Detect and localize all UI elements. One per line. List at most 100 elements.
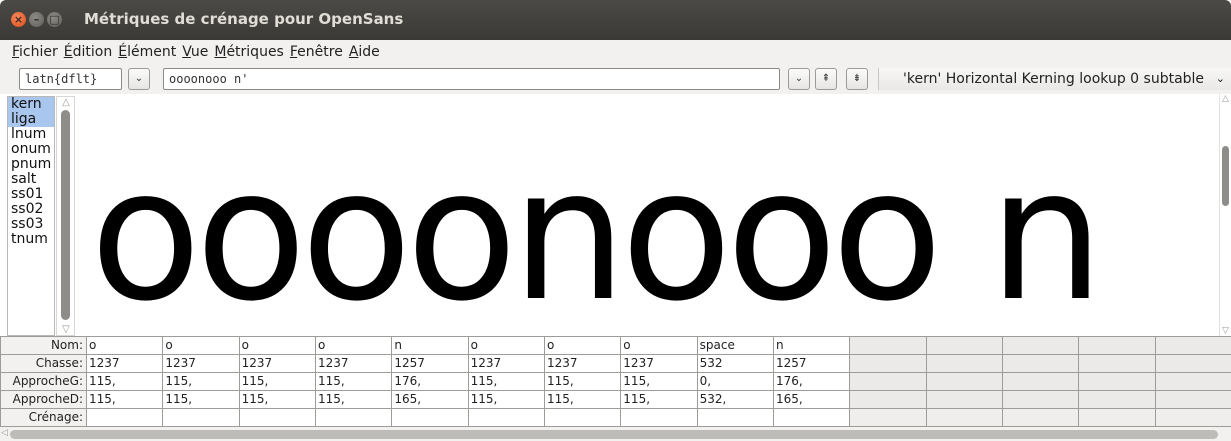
- feature-item[interactable]: pnum: [8, 157, 54, 172]
- scroll-down-icon[interactable]: ▽: [1220, 326, 1231, 336]
- menu-label: ichier: [19, 44, 58, 60]
- feature-list-scrollbar[interactable]: △ ▽: [56, 96, 75, 336]
- horizontal-scrollbar[interactable]: ◁: [0, 427, 1231, 441]
- feature-item[interactable]: tnum: [8, 232, 54, 247]
- menu-item[interactable]: Édition: [64, 44, 112, 60]
- menu-item[interactable]: Vue: [182, 44, 208, 60]
- size-increase-button[interactable]: ⇞: [815, 68, 837, 90]
- metrics-table: Nom: o o o o n o o o space n Chasse: 1237 1237 1237 123…: [0, 336, 1231, 427]
- empty-cell: [849, 336, 927, 355]
- feature-item[interactable]: ss03: [8, 217, 54, 232]
- empty-cell: [925, 372, 1003, 391]
- metric-cell[interactable]: 165,: [391, 390, 469, 409]
- metric-cell: o: [314, 336, 393, 355]
- metric-cell[interactable]: 115,: [238, 390, 316, 409]
- maximize-window-button[interactable]: □: [47, 12, 62, 27]
- scroll-thumb[interactable]: [10, 430, 1218, 439]
- metric-cell[interactable]: 1257: [772, 354, 851, 373]
- script-lang-field[interactable]: latn{dflt}: [19, 68, 122, 90]
- scroll-left-icon[interactable]: ◁: [1, 428, 8, 438]
- minimize-icon: –: [33, 13, 40, 26]
- metric-cell[interactable]: 1237: [238, 354, 316, 373]
- feature-item[interactable]: onum: [8, 142, 54, 157]
- feature-item[interactable]: salt: [8, 172, 54, 187]
- metric-cell[interactable]: 1237: [467, 354, 545, 373]
- text-dropdown-button[interactable]: ⌄: [788, 68, 810, 90]
- metric-cell[interactable]: 176,: [391, 372, 469, 391]
- close-icon: ×: [13, 13, 24, 26]
- feature-list[interactable]: kern liga lnum onum pnum salt ss01 ss02 ss03 tnum: [7, 96, 55, 336]
- minimize-window-button[interactable]: –: [29, 12, 44, 27]
- preview-scrollbar[interactable]: △ ▽: [1219, 94, 1231, 336]
- metric-cell[interactable]: 532,: [696, 390, 774, 409]
- feature-item[interactable]: liga: [8, 112, 54, 127]
- menu-item[interactable]: Métriques: [214, 44, 284, 60]
- metric-cell[interactable]: 115,: [314, 390, 393, 409]
- metric-cell[interactable]: [238, 408, 316, 427]
- metric-cell[interactable]: [772, 408, 851, 427]
- metric-cell[interactable]: 115,: [543, 372, 622, 391]
- metric-cell[interactable]: [543, 408, 622, 427]
- metric-cell[interactable]: [162, 408, 240, 427]
- scroll-up-icon[interactable]: △: [1220, 94, 1231, 104]
- menu-accelerator: F: [12, 44, 20, 60]
- chevron-down-icon: ⌄: [794, 73, 804, 84]
- menu-item[interactable]: Aide: [349, 44, 380, 60]
- metric-cell[interactable]: 1237: [314, 354, 393, 373]
- metric-cell[interactable]: 115,: [467, 372, 545, 391]
- feature-item[interactable]: kern: [8, 97, 54, 112]
- metric-cell[interactable]: [314, 408, 393, 427]
- metric-cell: o: [543, 336, 622, 355]
- script-lang-dropdown-button[interactable]: ⌄: [128, 68, 150, 90]
- scroll-down-icon[interactable]: ▽: [60, 325, 72, 335]
- metric-cell[interactable]: 1257: [391, 354, 469, 373]
- metric-cell[interactable]: 115,: [162, 390, 240, 409]
- empty-cell: [1154, 372, 1231, 391]
- feature-item[interactable]: ss01: [8, 187, 54, 202]
- glyph-preview-canvas[interactable]: oooonooo n: [76, 94, 1219, 336]
- close-window-button[interactable]: ×: [11, 12, 26, 27]
- feature-item[interactable]: ss02: [8, 202, 54, 217]
- metric-cell[interactable]: 115,: [85, 372, 164, 391]
- metric-cell[interactable]: 1237: [620, 354, 698, 373]
- chevron-down-icon: ⌄: [1215, 72, 1225, 85]
- feature-item[interactable]: lnum: [8, 127, 54, 142]
- metric-cell[interactable]: 165,: [772, 390, 851, 409]
- lookup-subtable-select[interactable]: 'kern' Horizontal Kerning lookup 0 subta…: [878, 68, 1231, 90]
- metric-cell[interactable]: [696, 408, 774, 427]
- metric-cell[interactable]: 1237: [85, 354, 164, 373]
- menu-label: enêtre: [297, 44, 343, 60]
- metric-cell[interactable]: [620, 408, 698, 427]
- text-input[interactable]: oooonooo n': [163, 68, 780, 90]
- menu-item[interactable]: Fichier: [12, 44, 58, 60]
- metric-cell[interactable]: 0,: [696, 372, 774, 391]
- metric-cell[interactable]: 115,: [314, 372, 393, 391]
- scroll-up-icon[interactable]: △: [60, 98, 72, 108]
- metric-cell[interactable]: [85, 408, 164, 427]
- metric-cell[interactable]: 176,: [772, 372, 851, 391]
- metric-cell[interactable]: 115,: [620, 390, 698, 409]
- metrics-row-advance: Chasse: 1237 1237 1237 1237 1257 1237 1237 1237 5…: [0, 354, 1231, 373]
- row-label: ApprocheD:: [0, 390, 87, 409]
- metric-cell[interactable]: 1237: [162, 354, 240, 373]
- metric-cell[interactable]: 115,: [620, 372, 698, 391]
- maximize-icon: □: [49, 13, 60, 26]
- menu-accelerator: É: [118, 44, 128, 60]
- metric-cell[interactable]: 115,: [467, 390, 545, 409]
- size-decrease-button[interactable]: ⇟: [846, 68, 868, 90]
- metric-cell[interactable]: 115,: [238, 372, 316, 391]
- metric-cell[interactable]: 115,: [162, 372, 240, 391]
- menu-item[interactable]: Élément: [118, 44, 176, 60]
- scroll-thumb[interactable]: [1222, 146, 1229, 206]
- metric-cell: o: [467, 336, 545, 355]
- empty-cell: [1001, 336, 1080, 355]
- metric-cell[interactable]: 115,: [543, 390, 622, 409]
- metric-cell[interactable]: [391, 408, 469, 427]
- menu-item[interactable]: Fenêtre: [290, 44, 343, 60]
- empty-cell: [849, 390, 927, 409]
- metric-cell[interactable]: 1237: [543, 354, 622, 373]
- scroll-thumb[interactable]: [61, 110, 70, 320]
- metric-cell[interactable]: [467, 408, 545, 427]
- metric-cell[interactable]: 115,: [85, 390, 164, 409]
- metric-cell[interactable]: 532: [696, 354, 774, 373]
